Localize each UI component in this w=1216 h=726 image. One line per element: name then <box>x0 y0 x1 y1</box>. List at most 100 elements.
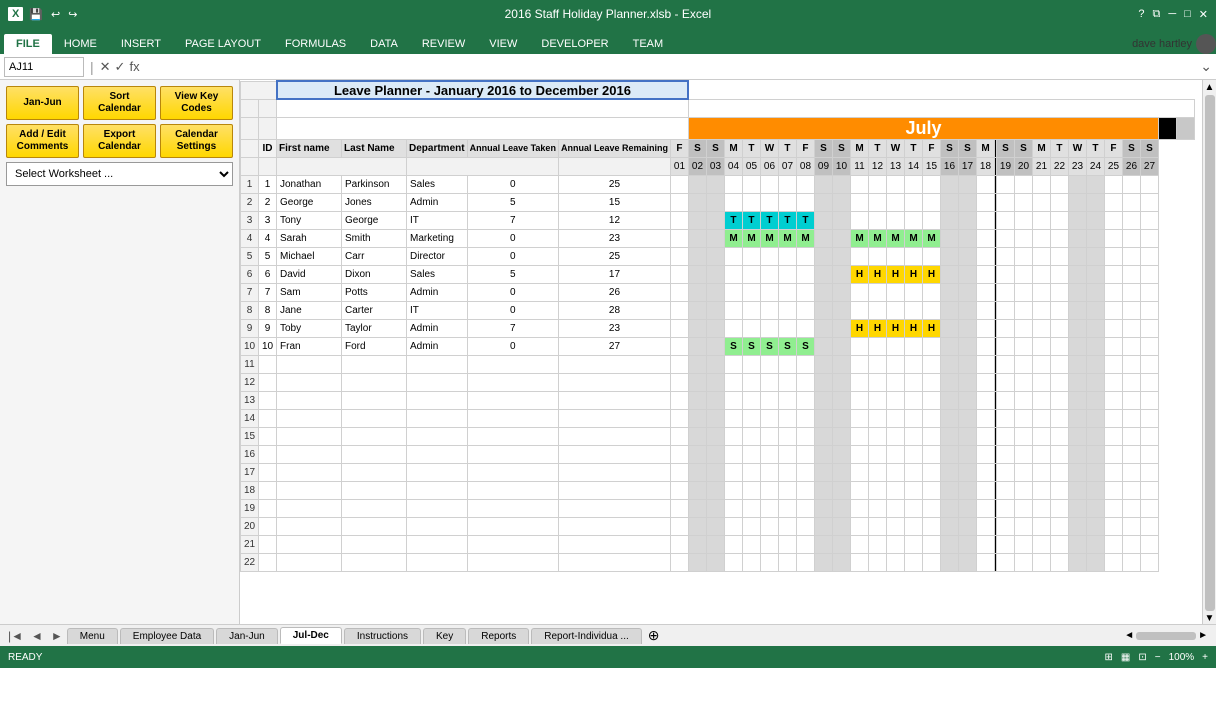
date-number-row: 01 02 03 04 05 06 07 08 09 10 11 12 13 1… <box>241 157 1195 175</box>
insert-function-icon[interactable]: fx <box>129 59 139 75</box>
status-ready: READY <box>8 652 42 663</box>
empty-row: 22 <box>241 553 1195 571</box>
export-calendar-button[interactable]: Export Calendar <box>83 124 156 158</box>
normal-view-icon[interactable]: ▦ <box>1121 652 1130 663</box>
tab-home[interactable]: HOME <box>52 34 109 54</box>
empty-row: 17 <box>241 463 1195 481</box>
title-row: Leave Planner - January 2016 to December… <box>241 81 1195 99</box>
sheet-tab-report-individual[interactable]: Report-Individua ... <box>531 628 642 644</box>
spreadsheet[interactable]: Leave Planner - January 2016 to December… <box>240 80 1202 624</box>
status-right: ⊞ ▦ ⊡ − 100% + <box>1105 652 1209 663</box>
table-row: 88JaneCarterIT028 <box>241 301 1195 319</box>
cancel-formula-icon[interactable]: ✕ <box>100 59 111 75</box>
sheet-tab-jan-jun[interactable]: Jan-Jun <box>216 628 278 644</box>
sheet-tabs: |◄ ◄ ► Menu Employee Data Jan-Jun Jul-De… <box>0 624 1216 646</box>
help-button[interactable]: ? <box>1138 8 1144 20</box>
tab-nav-next[interactable]: ► <box>47 629 67 643</box>
user-avatar <box>1196 34 1216 54</box>
grid-body: 11JonathanParkinsonSales02522GeorgeJones… <box>241 175 1195 571</box>
sheet-tab-key[interactable]: Key <box>423 628 466 644</box>
title-bar: X 💾↩↪ 2016 Staff Holiday Planner.xlsb - … <box>0 0 1216 28</box>
table-row: 99TobyTaylorAdmin723HHHHH <box>241 319 1195 337</box>
empty-row: 12 <box>241 373 1195 391</box>
empty-row: 21 <box>241 535 1195 553</box>
title-bar-left: X 💾↩↪ <box>8 7 77 21</box>
minimize-button[interactable]: ─ <box>1168 8 1176 20</box>
calendar-settings-button[interactable]: Calendar Settings <box>160 124 233 158</box>
confirm-formula-icon[interactable]: ✓ <box>115 59 126 75</box>
title-bar-right: ? ⧉ ─ □ ✕ <box>1138 8 1208 21</box>
table-row: 11JonathanParkinsonSales025 <box>241 175 1195 193</box>
button-row-2: Add / Edit Comments Export Calendar Cale… <box>6 124 233 158</box>
tab-view[interactable]: VIEW <box>477 34 529 54</box>
tab-nav-prev[interactable]: ◄ <box>27 629 47 643</box>
empty-row: 14 <box>241 409 1195 427</box>
empty-row: 11 <box>241 355 1195 373</box>
formula-input[interactable] <box>144 57 1197 77</box>
empty-row: 18 <box>241 481 1195 499</box>
user-account: dave hartley <box>1132 34 1216 54</box>
tab-formulas[interactable]: FORMULAS <box>273 34 358 54</box>
month-header-row: July <box>241 117 1195 139</box>
hscroll-right-button[interactable]: ► <box>1198 630 1208 641</box>
tab-file[interactable]: FILE <box>4 34 52 54</box>
quick-access-toolbar: 💾↩↪ <box>29 8 77 21</box>
main-area: Jan-Jun Sort Calendar View Key Codes Add… <box>0 80 1216 624</box>
sheet-tab-jul-dec[interactable]: Jul-Dec <box>280 627 342 644</box>
table-row: 22GeorgeJonesAdmin515 <box>241 193 1195 211</box>
status-bar: READY ⊞ ▦ ⊡ − 100% + <box>0 646 1216 668</box>
tab-developer[interactable]: DEVELOPER <box>529 34 620 54</box>
sort-calendar-button[interactable]: Sort Calendar <box>83 86 156 120</box>
scroll-thumb[interactable] <box>1205 95 1215 611</box>
scroll-up-button[interactable]: ▲ <box>1205 82 1215 93</box>
table-row: 55MichaelCarrDirector025 <box>241 247 1195 265</box>
cell-reference-input[interactable] <box>4 57 84 77</box>
zoom-level: 100% <box>1169 652 1195 663</box>
sheet-tab-instructions[interactable]: Instructions <box>344 628 421 644</box>
empty-row: 16 <box>241 445 1195 463</box>
grid-table: Leave Planner - January 2016 to December… <box>240 80 1195 572</box>
jan-jun-button[interactable]: Jan-Jun <box>6 86 79 120</box>
empty-row: 19 <box>241 499 1195 517</box>
page-break-icon[interactable]: ⊡ <box>1138 652 1146 663</box>
vertical-scrollbar[interactable]: ▲ ▼ <box>1202 80 1216 624</box>
formula-bar: | ✕ ✓ fx ⌄ <box>0 54 1216 80</box>
tab-data[interactable]: DATA <box>358 34 410 54</box>
tab-review[interactable]: REVIEW <box>410 34 477 54</box>
add-edit-comments-button[interactable]: Add / Edit Comments <box>6 124 79 158</box>
spacer-row <box>241 99 1195 117</box>
worksheet-select[interactable]: Select Worksheet ... <box>6 162 233 186</box>
table-row: 44SarahSmithMarketing023MMMMMMMMMM <box>241 229 1195 247</box>
ribbon-tabs: FILE HOME INSERT PAGE LAYOUT FORMULAS DA… <box>0 28 1216 54</box>
hscroll-thumb[interactable] <box>1136 632 1196 640</box>
view-key-codes-button[interactable]: View Key Codes <box>160 86 233 120</box>
tab-nav-first[interactable]: |◄ <box>4 629 27 643</box>
day-label-row: ID First name Last Name Department Annua… <box>241 139 1195 157</box>
tab-page-layout[interactable]: PAGE LAYOUT <box>173 34 273 54</box>
table-row: 1010FranFordAdmin027SSSSS <box>241 337 1195 355</box>
zoom-out-button[interactable]: − <box>1155 652 1161 663</box>
scroll-down-button[interactable]: ▼ <box>1205 613 1215 624</box>
formula-icons[interactable]: ✕ ✓ fx <box>100 59 140 75</box>
button-row-1: Jan-Jun Sort Calendar View Key Codes <box>6 86 233 120</box>
month-label: July <box>688 117 1158 139</box>
title-bar-title: 2016 Staff Holiday Planner.xlsb - Excel <box>77 7 1138 21</box>
close-button[interactable]: ✕ <box>1199 8 1208 21</box>
maximize-button[interactable]: □ <box>1184 8 1191 20</box>
zoom-in-button[interactable]: + <box>1202 652 1208 663</box>
add-sheet-button[interactable]: ⊕ <box>648 627 660 644</box>
tab-team[interactable]: TEAM <box>621 34 676 54</box>
planner-title: Leave Planner - January 2016 to December… <box>277 81 689 99</box>
tab-insert[interactable]: INSERT <box>109 34 173 54</box>
page-layout-icon[interactable]: ⊞ <box>1105 652 1113 663</box>
sheet-tab-reports[interactable]: Reports <box>468 628 529 644</box>
hscroll-left-button[interactable]: ◄ <box>1124 630 1134 641</box>
empty-row: 20 <box>241 517 1195 535</box>
horizontal-scroll-area[interactable]: ◄ ► <box>1124 630 1208 641</box>
sheet-tab-menu[interactable]: Menu <box>67 628 118 644</box>
table-row: 33TonyGeorgeIT712TTTTT <box>241 211 1195 229</box>
formula-expand-icon[interactable]: ⌄ <box>1200 58 1212 75</box>
restore-button[interactable]: ⧉ <box>1152 8 1160 21</box>
table-row: 77SamPottsAdmin026 <box>241 283 1195 301</box>
sheet-tab-employee-data[interactable]: Employee Data <box>120 628 214 644</box>
